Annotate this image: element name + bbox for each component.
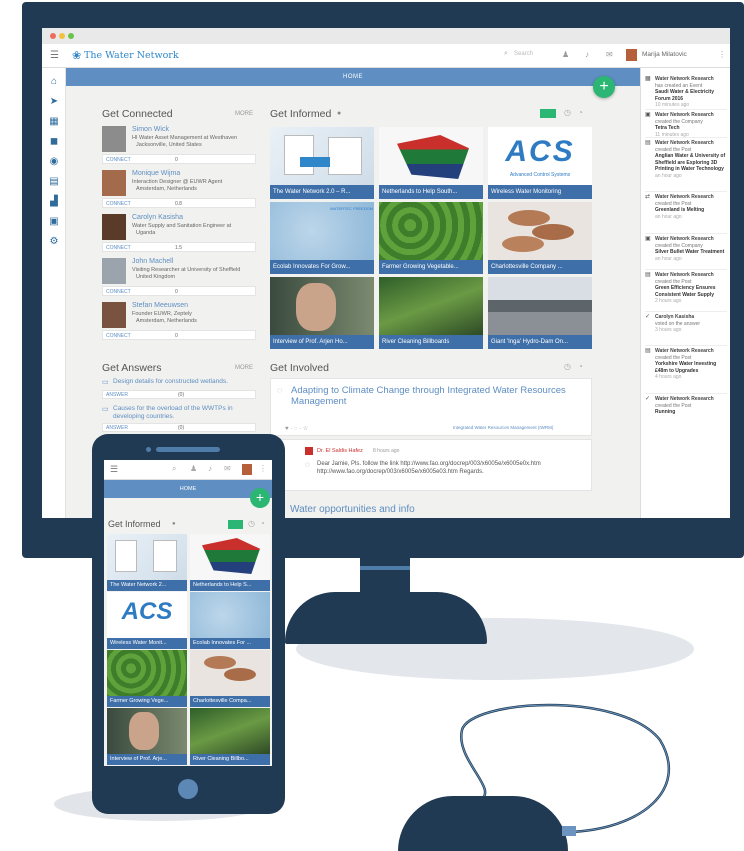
mouse-cable	[460, 703, 671, 834]
mouse	[398, 796, 568, 851]
mouse-cable-plug	[562, 826, 576, 836]
